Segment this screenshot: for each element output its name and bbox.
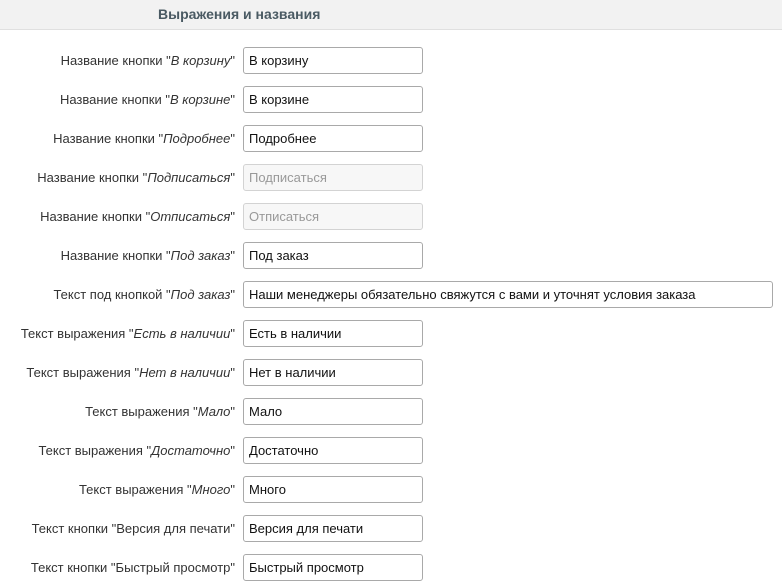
- section-header: Выражения и названия: [0, 0, 782, 30]
- label-suffix: ": [230, 170, 235, 185]
- label-term: Под заказ: [170, 248, 231, 263]
- form-row: Текст выражения "Мало": [0, 398, 782, 427]
- field-label: Текст выражения "Мало": [85, 404, 235, 419]
- form-row: Текст кнопки "Быстрый просмотр": [0, 554, 782, 583]
- text-input[interactable]: [243, 398, 423, 425]
- label-suffix: ": [230, 53, 235, 68]
- label-suffix: ": [230, 131, 235, 146]
- form-row: Текст под кнопкой "Под заказ": [0, 281, 782, 310]
- label-prefix: Текст выражения ": [85, 404, 198, 419]
- label-suffix: ": [230, 482, 235, 497]
- text-input: [243, 203, 423, 230]
- label-term: В корзине: [169, 92, 231, 107]
- label-prefix: Текст выражения ": [20, 326, 134, 341]
- label-term: Достаточно: [151, 443, 231, 458]
- field-label: Название кнопки "Под заказ": [61, 248, 235, 263]
- label-term: Много: [191, 482, 231, 497]
- label-term: Есть в наличии: [133, 326, 231, 341]
- field-label: Текст кнопки "Быстрый просмотр": [31, 560, 235, 575]
- label-suffix: ": [230, 365, 235, 380]
- form-row: Текст выражения "Нет в наличии": [0, 359, 782, 388]
- label-prefix: Название кнопки ": [60, 248, 171, 263]
- label-suffix: ": [230, 404, 235, 419]
- form-row: Название кнопки "В корзине": [0, 86, 782, 115]
- field-label: Название кнопки "Подписаться": [37, 170, 235, 185]
- text-input[interactable]: [243, 554, 423, 581]
- text-input: [243, 164, 423, 191]
- label-prefix: Название кнопки ": [37, 170, 148, 185]
- field-label: Текст под кнопкой "Под заказ": [53, 287, 235, 302]
- label-term: Мало: [197, 404, 231, 419]
- label-prefix: Текст выражения ": [78, 482, 192, 497]
- label-prefix: Название кнопки ": [40, 209, 151, 224]
- form-row: Название кнопки "Под заказ": [0, 242, 782, 271]
- text-input[interactable]: [243, 125, 423, 152]
- form-row: Текст выражения "Достаточно": [0, 437, 782, 466]
- field-label: Текст выражения "Достаточно": [38, 443, 235, 458]
- label-prefix: Название кнопки ": [53, 131, 164, 146]
- label-suffix: ": [230, 287, 235, 302]
- label-suffix: ": [230, 443, 235, 458]
- label-term: Подробнее: [163, 131, 231, 146]
- field-label: Название кнопки "В корзине": [60, 92, 235, 107]
- label-suffix: ": [230, 248, 235, 263]
- label-prefix: Название кнопки ": [60, 53, 171, 68]
- form-row: Текст кнопки "Версия для печати": [0, 515, 782, 544]
- text-input[interactable]: [243, 359, 423, 386]
- field-label: Текст кнопки "Версия для печати": [32, 521, 235, 536]
- field-label: Текст выражения "Есть в наличии": [21, 326, 235, 341]
- field-label: Текст выражения "Нет в наличии": [26, 365, 235, 380]
- label-term: Нет в наличии: [139, 365, 231, 380]
- form-row: Название кнопки "Подписаться": [0, 164, 782, 193]
- text-input[interactable]: [243, 476, 423, 503]
- form-row: Название кнопки "Отписаться": [0, 203, 782, 232]
- label-prefix: Текст кнопки "Быстрый просмотр": [30, 560, 235, 575]
- label-suffix: ": [230, 326, 235, 341]
- label-prefix: Текст под кнопкой ": [53, 287, 171, 302]
- label-term: Отписаться: [150, 209, 231, 224]
- field-label: Название кнопки "Подробнее": [53, 131, 235, 146]
- label-suffix: ": [230, 209, 235, 224]
- label-prefix: Текст выражения ": [38, 443, 152, 458]
- field-label: Название кнопки "Отписаться": [40, 209, 235, 224]
- text-input[interactable]: [243, 281, 773, 308]
- text-input[interactable]: [243, 86, 423, 113]
- label-prefix: Текст кнопки "Версия для печати": [31, 521, 235, 536]
- field-label: Название кнопки "В корзину": [61, 53, 235, 68]
- label-term: Под заказ: [170, 287, 231, 302]
- form-row: Текст выражения "Есть в наличии": [0, 320, 782, 349]
- label-prefix: Название кнопки ": [59, 92, 170, 107]
- label-suffix: ": [230, 92, 235, 107]
- form-row: Текст выражения "Много": [0, 476, 782, 505]
- text-input[interactable]: [243, 437, 423, 464]
- field-label: Текст выражения "Много": [79, 482, 235, 497]
- form-row: Название кнопки "Подробнее": [0, 125, 782, 154]
- text-input[interactable]: [243, 515, 423, 542]
- text-input[interactable]: [243, 47, 423, 74]
- section-title: Выражения и названия: [158, 6, 321, 22]
- label-term: Подписаться: [147, 170, 231, 185]
- text-input[interactable]: [243, 320, 423, 347]
- form-row: Название кнопки "В корзину": [0, 47, 782, 76]
- label-term: В корзину: [170, 53, 231, 68]
- text-input[interactable]: [243, 242, 423, 269]
- label-prefix: Текст выражения ": [26, 365, 140, 380]
